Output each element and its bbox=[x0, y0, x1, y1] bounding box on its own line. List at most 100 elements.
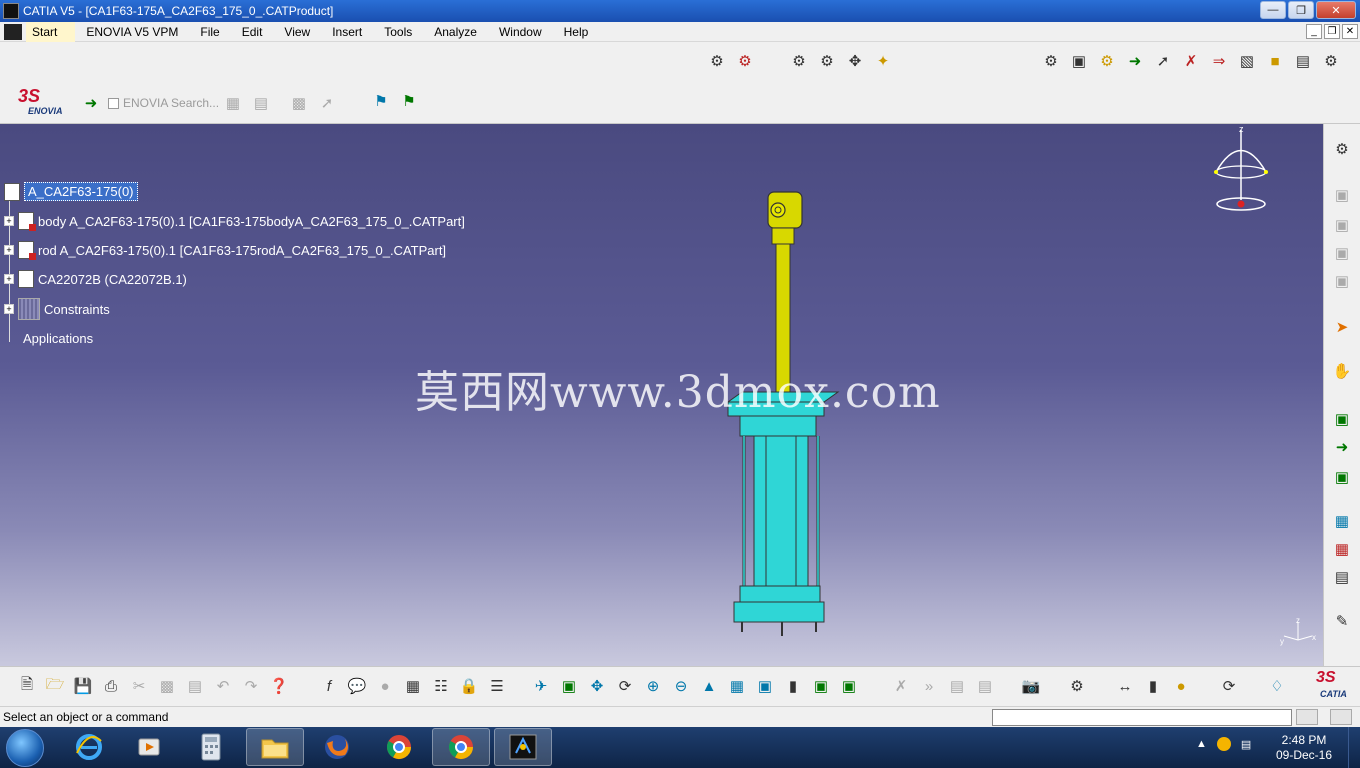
fast-multi-instantiation-icon[interactable]: ▦ bbox=[1331, 538, 1353, 560]
open-folder-icon[interactable]: 🗁 bbox=[44, 675, 66, 697]
print-icon[interactable]: ⎙ bbox=[100, 675, 122, 697]
paste-icon[interactable]: ▤ bbox=[184, 675, 206, 697]
isometric-view-icon[interactable]: ▣ bbox=[754, 675, 776, 697]
command-clear-button[interactable] bbox=[1330, 709, 1352, 725]
table-icon[interactable]: ▦ bbox=[402, 675, 424, 697]
doc-minimize-button[interactable]: _ bbox=[1306, 24, 1322, 39]
close-button[interactable]: ✕ bbox=[1316, 1, 1356, 19]
calculator-icon[interactable] bbox=[182, 728, 240, 766]
reuse-pattern-icon[interactable]: ▦ bbox=[1331, 510, 1353, 532]
update-icon[interactable]: ⇒ bbox=[1208, 50, 1230, 72]
multi-view-icon[interactable]: ▦ bbox=[726, 675, 748, 697]
doc-restore-button[interactable]: ❐ bbox=[1324, 24, 1340, 39]
expand-icon[interactable]: + bbox=[4, 274, 14, 284]
measure-icon[interactable]: ▤ bbox=[1292, 50, 1314, 72]
enovia-search[interactable]: ENOVIA Search... bbox=[108, 96, 219, 110]
pan-icon[interactable]: ✥ bbox=[586, 675, 608, 697]
explode-icon[interactable]: ✥ bbox=[844, 50, 866, 72]
formula-icon[interactable]: f bbox=[318, 675, 340, 697]
menu-tools[interactable]: Tools bbox=[373, 22, 423, 42]
show-desktop-button[interactable] bbox=[1348, 727, 1360, 768]
internet-explorer-icon[interactable] bbox=[60, 728, 118, 766]
generate-numbering-icon[interactable]: ▣ bbox=[1331, 466, 1353, 488]
copy-icon[interactable]: ▩ bbox=[156, 675, 178, 697]
windows-start-button[interactable] bbox=[6, 729, 44, 767]
catalog-browser-icon[interactable]: ⚙ bbox=[1066, 675, 1088, 697]
gear-yellow-icon[interactable]: ⚙ bbox=[1096, 50, 1118, 72]
command-options-button[interactable] bbox=[1296, 709, 1318, 725]
assembly-gear-icon[interactable]: ⚙ bbox=[1331, 138, 1353, 160]
define-multi-instantiation-icon[interactable]: ▤ bbox=[1331, 566, 1353, 588]
tree-node-constraints[interactable]: + Constraints bbox=[4, 298, 110, 320]
file-explorer-icon[interactable] bbox=[246, 728, 304, 766]
hide-show-icon[interactable]: ▣ bbox=[810, 675, 832, 697]
product-structure-icon[interactable]: ⚙ bbox=[788, 50, 810, 72]
network-icon[interactable]: ▤ bbox=[1241, 738, 1251, 751]
graph-tree-reorder-icon[interactable]: ➜ bbox=[1331, 436, 1353, 458]
enovia-search-checkbox[interactable] bbox=[108, 97, 119, 109]
restore-button[interactable]: ❐ bbox=[1288, 1, 1314, 19]
menu-help[interactable]: Help bbox=[553, 22, 600, 42]
new-component-icon[interactable]: ▣ bbox=[1331, 184, 1353, 206]
tree-node-body[interactable]: + body A_CA2F63-175(0).1 [CA1F63-175body… bbox=[4, 212, 465, 231]
undo-icon[interactable]: ↶ bbox=[212, 675, 234, 697]
taskbar-clock[interactable]: 2:48 PM 09-Dec-16 bbox=[1272, 733, 1336, 763]
tree-root[interactable]: A_CA2F63-175(0) bbox=[4, 182, 138, 201]
flag-blue-icon[interactable]: ⚑ bbox=[370, 90, 392, 112]
global-update-icon[interactable]: ⟳ bbox=[1218, 675, 1240, 697]
component-icon[interactable]: ⚙ bbox=[816, 50, 838, 72]
new-part-icon[interactable]: ▣ bbox=[1331, 242, 1353, 264]
shading-icon[interactable]: ▮ bbox=[782, 675, 804, 697]
catalog-icon[interactable]: ▣ bbox=[1068, 50, 1090, 72]
constraint-icon[interactable]: ✗ bbox=[1180, 50, 1202, 72]
swap-visible-space-icon[interactable]: ▣ bbox=[838, 675, 860, 697]
enovia-tree-icon[interactable]: ▦ bbox=[222, 92, 244, 114]
chrome-icon[interactable] bbox=[370, 728, 428, 766]
bill-of-material-icon[interactable]: ✎ bbox=[1331, 610, 1353, 632]
new-product-icon[interactable]: ▣ bbox=[1331, 214, 1353, 236]
doc-close-button[interactable]: ✕ bbox=[1342, 24, 1358, 39]
existing-component-icon[interactable]: ▣ bbox=[1331, 270, 1353, 292]
catia-app-icon[interactable] bbox=[3, 3, 19, 19]
compass-icon[interactable]: z bbox=[1210, 124, 1272, 214]
gear-settings-icon[interactable]: ⚙ bbox=[1040, 50, 1062, 72]
text-icon[interactable]: ▧ bbox=[1236, 50, 1258, 72]
clash-icon[interactable]: ▮ bbox=[1142, 675, 1164, 697]
menu-enovia[interactable]: ENOVIA V5 VPM bbox=[75, 22, 189, 42]
sketch-icon[interactable]: ✗ bbox=[890, 675, 912, 697]
enovia-copy-icon[interactable]: ▩ bbox=[288, 92, 310, 114]
expand-icon[interactable]: + bbox=[4, 216, 14, 226]
minimize-button[interactable]: — bbox=[1260, 1, 1286, 19]
menu-start[interactable]: Start bbox=[26, 21, 76, 42]
more-tools-icon[interactable]: ⚙ bbox=[1320, 50, 1342, 72]
save-icon[interactable]: 💾 bbox=[72, 675, 94, 697]
move-icon[interactable]: ➜ bbox=[1124, 50, 1146, 72]
3d-viewport[interactable]: A_CA2F63-175(0) + body A_CA2F63-175(0).1… bbox=[0, 124, 1323, 666]
knowledge-advisor-icon[interactable]: 💬 bbox=[346, 675, 368, 697]
select-arrow-icon[interactable]: ➤ bbox=[1331, 316, 1353, 338]
command-input[interactable] bbox=[992, 709, 1292, 726]
menu-view[interactable]: View bbox=[273, 22, 321, 42]
measure-between-icon[interactable]: » bbox=[918, 675, 940, 697]
network-icon[interactable]: ☷ bbox=[430, 675, 452, 697]
enovia-send-icon[interactable]: ➚ bbox=[316, 92, 338, 114]
fit-all-icon[interactable]: ▣ bbox=[558, 675, 580, 697]
enovia-connect-icon[interactable]: ➜ bbox=[80, 92, 102, 114]
measure-item-icon[interactable]: ▤ bbox=[946, 675, 968, 697]
snap-icon[interactable]: ✦ bbox=[872, 50, 894, 72]
tray-expand-icon[interactable]: ▲ bbox=[1196, 738, 1207, 750]
bolt-gear-icon[interactable]: ⚙ bbox=[706, 50, 728, 72]
lock-icon[interactable]: ● bbox=[374, 675, 396, 697]
firefox-icon[interactable] bbox=[308, 728, 366, 766]
redo-icon[interactable]: ↷ bbox=[240, 675, 262, 697]
enovia-doc-icon[interactable]: ▤ bbox=[250, 92, 272, 114]
chrome-window-icon[interactable] bbox=[432, 728, 490, 766]
catia-taskbar-icon[interactable] bbox=[494, 728, 552, 766]
catia-menu-icon[interactable] bbox=[4, 23, 22, 40]
tree-node-rod[interactable]: + rod A_CA2F63-175(0).1 [CA1F63-175rodA_… bbox=[4, 241, 446, 260]
menu-analyze[interactable]: Analyze bbox=[423, 22, 488, 42]
fly-mode-icon[interactable]: ✈ bbox=[530, 675, 552, 697]
menu-window[interactable]: Window bbox=[488, 22, 553, 42]
sectioning-icon[interactable]: ● bbox=[1170, 675, 1192, 697]
manipulation-icon[interactable]: ✋ bbox=[1331, 360, 1353, 382]
